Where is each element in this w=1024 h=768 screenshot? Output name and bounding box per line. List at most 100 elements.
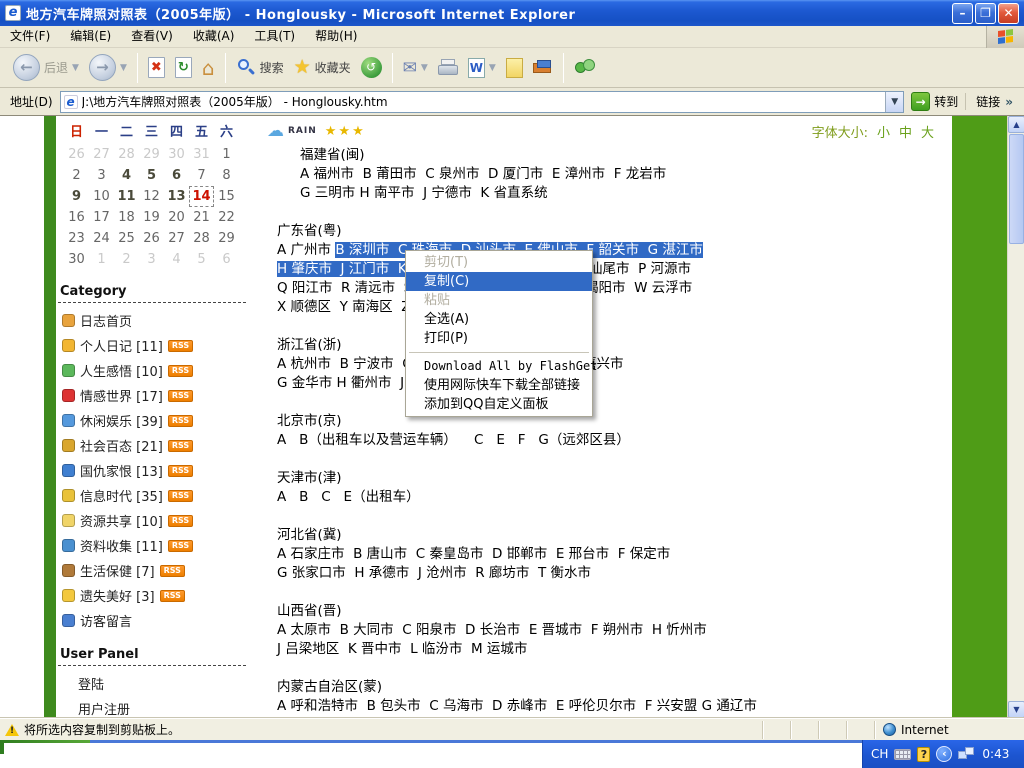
rss-badge[interactable]: RSS <box>168 440 193 452</box>
calendar-day[interactable]: 31 <box>189 144 214 165</box>
font-size-small[interactable]: 小 <box>877 122 890 141</box>
calendar-day[interactable]: 29 <box>139 144 164 165</box>
home-button[interactable]: ⌂ <box>197 50 220 86</box>
user-panel-link[interactable]: 用户注册 <box>58 696 252 718</box>
font-size-large[interactable]: 大 <box>921 122 934 141</box>
address-dropdown-icon[interactable]: ▼ <box>885 92 903 112</box>
calendar-day[interactable]: 13 <box>164 186 189 207</box>
ctx-item-copy[interactable]: 复制(C) <box>406 272 592 291</box>
rss-badge[interactable]: RSS <box>168 490 193 502</box>
vertical-scrollbar[interactable]: ▲ ▼ <box>1007 116 1024 718</box>
chevron-more-icon[interactable]: » <box>1005 95 1013 109</box>
rss-badge[interactable]: RSS <box>168 340 193 352</box>
forward-button[interactable]: → ▼ <box>84 50 132 86</box>
print-button[interactable] <box>433 50 463 86</box>
calendar-day[interactable]: 21 <box>189 207 214 228</box>
calendar-day[interactable]: 1 <box>214 144 239 165</box>
history-button[interactable]: ↺ <box>356 50 387 86</box>
edit-with-word-button[interactable]: W▼ <box>463 50 501 86</box>
mail-button[interactable]: ✉▼ <box>398 50 433 86</box>
category-item[interactable]: 休闲娱乐 [39]RSS <box>58 408 252 433</box>
menu-item[interactable]: 帮助(H) <box>305 26 367 47</box>
calendar-day[interactable]: 3 <box>139 249 164 270</box>
favorites-button[interactable]: ★ 收藏夹 <box>289 50 356 86</box>
category-item[interactable]: 遗失美好 [3]RSS <box>58 583 252 608</box>
category-item[interactable]: 人生感悟 [10]RSS <box>58 358 252 383</box>
search-button[interactable]: 搜索 <box>231 50 289 86</box>
calendar-day[interactable]: 11 <box>114 186 139 207</box>
calendar-day[interactable]: 1 <box>89 249 114 270</box>
refresh-button[interactable]: ↻ <box>170 50 197 86</box>
calendar-day[interactable]: 18 <box>114 207 139 228</box>
menu-item[interactable]: 查看(V) <box>121 26 183 47</box>
rss-badge[interactable]: RSS <box>168 365 193 377</box>
ctx-item-select-all[interactable]: 全选(A) <box>406 310 592 329</box>
calendar-day[interactable]: 24 <box>89 228 114 249</box>
calendar-day[interactable]: 4 <box>114 165 139 186</box>
calendar-day[interactable]: 9 <box>64 186 89 207</box>
calendar-day[interactable]: 6 <box>164 165 189 186</box>
calendar-day[interactable]: 6 <box>214 249 239 270</box>
minimize-button[interactable]: – <box>952 3 973 24</box>
calendar-day[interactable]: 29 <box>214 228 239 249</box>
rss-badge[interactable]: RSS <box>160 590 185 602</box>
calendar-day[interactable]: 7 <box>189 165 214 186</box>
network-icon[interactable] <box>958 747 976 761</box>
menu-item[interactable]: 文件(F) <box>0 26 60 47</box>
ctx-item-print[interactable]: 打印(P) <box>406 329 592 348</box>
font-size-medium[interactable]: 中 <box>899 122 912 141</box>
category-item[interactable]: 社会百态 [21]RSS <box>58 433 252 458</box>
calendar-day[interactable]: 3 <box>89 165 114 186</box>
rss-badge[interactable]: RSS <box>168 515 193 527</box>
calendar-day[interactable]: 30 <box>164 144 189 165</box>
calendar-day[interactable]: 16 <box>64 207 89 228</box>
rss-badge[interactable]: RSS <box>168 465 193 477</box>
language-indicator[interactable]: CH <box>871 747 888 761</box>
back-button[interactable]: ← 后退 ▼ <box>8 50 84 86</box>
calendar-day[interactable]: 2 <box>114 249 139 270</box>
menu-item[interactable]: 工具(T) <box>244 26 305 47</box>
scroll-down-button[interactable]: ▼ <box>1008 701 1024 718</box>
calendar-day[interactable]: 15 <box>214 186 239 207</box>
category-item[interactable]: 信息时代 [35]RSS <box>58 483 252 508</box>
help-tip-icon[interactable]: ? <box>917 747 930 762</box>
calendar-day[interactable]: 5 <box>189 249 214 270</box>
discuss-button[interactable] <box>528 50 558 86</box>
calendar-day[interactable]: 2 <box>64 165 89 186</box>
menu-item[interactable]: 编辑(E) <box>60 26 121 47</box>
rss-badge[interactable]: RSS <box>168 540 193 552</box>
calendar-day[interactable]: 10 <box>89 186 114 207</box>
messenger-button[interactable] <box>569 50 601 86</box>
category-item[interactable]: 个人日记 [11]RSS <box>58 333 252 358</box>
calendar-day[interactable]: 27 <box>89 144 114 165</box>
go-button[interactable]: → 转到 <box>904 92 965 111</box>
rss-badge[interactable]: RSS <box>168 390 193 402</box>
maximize-button[interactable]: ❐ <box>975 3 996 24</box>
calendar-today[interactable]: 14 <box>189 186 214 207</box>
calendar-day[interactable]: 27 <box>164 228 189 249</box>
mail-dropdown-icon[interactable]: ▼ <box>421 63 428 73</box>
category-item[interactable]: 资料收集 [11]RSS <box>58 533 252 558</box>
forward-dropdown-icon[interactable]: ▼ <box>120 63 127 73</box>
calendar-day[interactable]: 5 <box>139 165 164 186</box>
calendar-day[interactable]: 4 <box>164 249 189 270</box>
category-item[interactable]: 国仇家恨 [13]RSS <box>58 458 252 483</box>
calendar-day[interactable]: 30 <box>64 249 89 270</box>
calendar-day[interactable]: 22 <box>214 207 239 228</box>
calendar-day[interactable]: 17 <box>89 207 114 228</box>
calendar-day[interactable]: 19 <box>139 207 164 228</box>
calendar-day[interactable]: 8 <box>214 165 239 186</box>
calendar-day[interactable]: 26 <box>139 228 164 249</box>
word-dropdown-icon[interactable]: ▼ <box>489 63 496 73</box>
scroll-up-button[interactable]: ▲ <box>1008 116 1024 133</box>
ctx-item-flashget-all-links[interactable]: 使用网际快车下载全部链接 <box>406 376 592 395</box>
category-item[interactable]: 日志首页 <box>58 308 252 333</box>
rss-badge[interactable]: RSS <box>160 565 185 577</box>
calendar-day[interactable]: 28 <box>189 228 214 249</box>
category-item[interactable]: 情感世界 [17]RSS <box>58 383 252 408</box>
stop-button[interactable]: ✖ <box>143 50 170 86</box>
notes-button[interactable] <box>501 50 528 86</box>
user-panel-link[interactable]: 登陆 <box>58 671 252 696</box>
rss-badge[interactable]: RSS <box>168 415 193 427</box>
category-item[interactable]: 生活保健 [7]RSS <box>58 558 252 583</box>
